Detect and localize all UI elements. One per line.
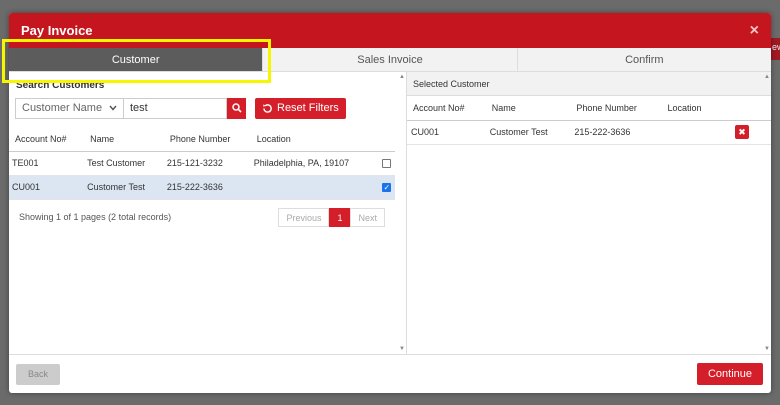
search-field-select[interactable]: Customer Name bbox=[15, 97, 123, 119]
table-row: CU001 Customer Test 215-222-3636 ✖ bbox=[407, 120, 771, 145]
cell-account: TE001 bbox=[9, 151, 85, 176]
cell-select bbox=[379, 151, 395, 176]
left-scrollbar[interactable]: ▲ ▼ bbox=[398, 72, 406, 354]
table-row[interactable]: CU001 Customer Test 215-222-3636 ✓ bbox=[9, 175, 395, 200]
right-scrollbar[interactable]: ▲ ▼ bbox=[763, 72, 771, 354]
cell-name: Customer Test bbox=[84, 175, 164, 200]
panels: Search Customers Customer Name Reset Fil… bbox=[9, 72, 771, 354]
annotation-highlight-box bbox=[2, 39, 271, 83]
column-header-phone[interactable]: Phone Number bbox=[163, 127, 251, 152]
cell-name: Customer Test bbox=[485, 120, 571, 145]
column-header-name[interactable]: Name bbox=[84, 127, 164, 152]
column-header-location: Location bbox=[661, 96, 717, 121]
reset-filters-label: Reset Filters bbox=[277, 102, 339, 114]
modal-footer: Back Continue bbox=[9, 354, 771, 393]
next-page-button[interactable]: Next bbox=[350, 207, 385, 227]
customer-results-table: Account No# Name Phone Number Location T… bbox=[9, 127, 395, 200]
search-input[interactable] bbox=[123, 97, 227, 119]
table-header-row: Account No# Name Phone Number Location bbox=[407, 96, 771, 121]
previous-page-button[interactable]: Previous bbox=[278, 207, 330, 227]
selected-customer-panel: Selected Customer Account No# Name Phone… bbox=[407, 72, 771, 354]
tab-sales-invoice[interactable]: Sales Invoice bbox=[263, 48, 518, 71]
column-header-select bbox=[379, 127, 395, 152]
cell-location: Philadelphia, PA, 19107 bbox=[250, 151, 380, 176]
search-panel: Search Customers Customer Name Reset Fil… bbox=[9, 72, 407, 354]
reset-icon bbox=[263, 103, 272, 113]
background-page-fragment: ew bbox=[771, 38, 780, 60]
row-checkbox[interactable] bbox=[382, 159, 392, 169]
cell-location bbox=[250, 175, 380, 200]
scroll-down-icon[interactable]: ▼ bbox=[399, 346, 405, 352]
selected-customer-title: Selected Customer bbox=[407, 72, 771, 96]
column-header-name: Name bbox=[485, 96, 571, 121]
back-button[interactable]: Back bbox=[16, 363, 60, 385]
pagination: Previous 1 Next bbox=[278, 207, 385, 227]
row-checkbox-checked[interactable]: ✓ bbox=[382, 183, 392, 193]
cell-account: CU001 bbox=[9, 175, 85, 200]
column-header-account[interactable]: Account No# bbox=[9, 127, 85, 152]
cell-phone: 215-222-3636 bbox=[163, 175, 251, 200]
column-header-account: Account No# bbox=[407, 96, 486, 121]
search-row: Customer Name Reset Filters bbox=[9, 91, 406, 119]
reset-filters-button[interactable]: Reset Filters bbox=[255, 97, 346, 119]
scroll-up-icon[interactable]: ▲ bbox=[764, 74, 770, 80]
table-header-row: Account No# Name Phone Number Location bbox=[9, 127, 395, 152]
continue-button[interactable]: Continue bbox=[697, 363, 763, 385]
cell-location bbox=[661, 120, 717, 145]
column-header-phone: Phone Number bbox=[570, 96, 662, 121]
cell-phone: 215-222-3636 bbox=[570, 120, 662, 145]
search-icon bbox=[231, 103, 242, 113]
tab-confirm[interactable]: Confirm bbox=[517, 48, 771, 71]
column-header-location[interactable]: Location bbox=[250, 127, 380, 152]
chevron-down-icon bbox=[109, 102, 117, 114]
scroll-up-icon[interactable]: ▲ bbox=[399, 74, 405, 80]
close-icon[interactable]: × bbox=[750, 22, 759, 40]
cell-select: ✓ bbox=[379, 175, 395, 200]
cell-account: CU001 bbox=[407, 120, 486, 145]
selected-customer-table: Account No# Name Phone Number Location C… bbox=[407, 96, 771, 145]
cell-phone: 215-121-3232 bbox=[163, 151, 251, 176]
modal-title: Pay Invoice bbox=[21, 23, 93, 38]
search-button[interactable] bbox=[227, 97, 246, 119]
scroll-down-icon[interactable]: ▼ bbox=[764, 346, 770, 352]
search-field-value: Customer Name bbox=[22, 102, 103, 114]
remove-customer-button[interactable]: ✖ bbox=[735, 125, 749, 139]
page-button-1[interactable]: 1 bbox=[329, 207, 351, 227]
pagination-info: Showing 1 of 1 pages (2 total records) bbox=[19, 212, 172, 222]
table-row[interactable]: TE001 Test Customer 215-121-3232 Philade… bbox=[9, 151, 395, 176]
pagination-row: Showing 1 of 1 pages (2 total records) P… bbox=[9, 200, 395, 227]
cell-name: Test Customer bbox=[84, 151, 164, 176]
